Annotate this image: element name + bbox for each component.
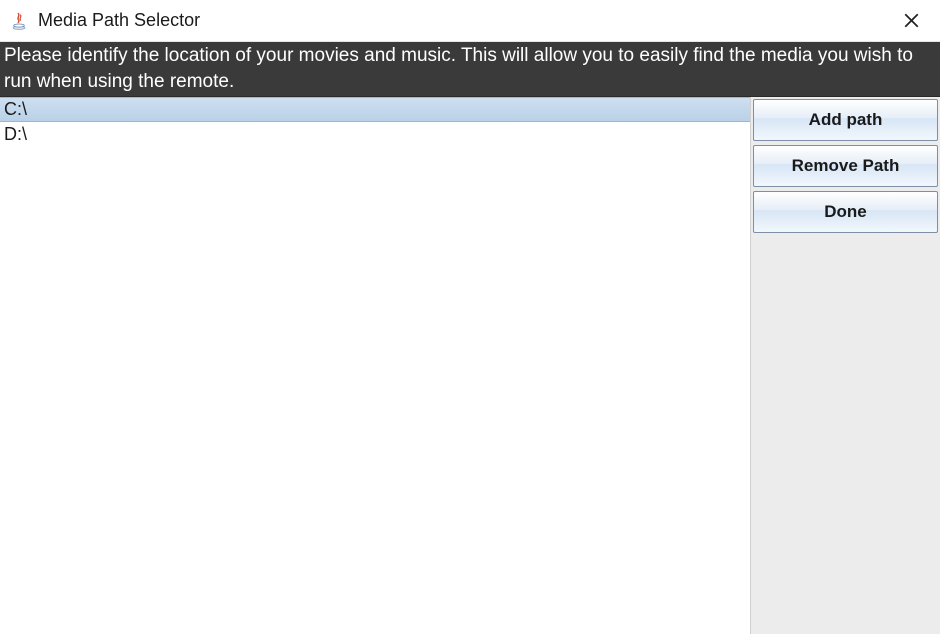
close-button[interactable] [888,3,934,39]
window-title: Media Path Selector [38,10,200,31]
instruction-text: Please identify the location of your mov… [0,42,940,97]
close-icon [904,13,919,28]
window-media-path-selector: Media Path Selector Please identify the … [0,0,940,634]
path-item[interactable]: C:\ [0,97,750,122]
path-item[interactable]: D:\ [0,122,750,146]
titlebar: Media Path Selector [0,0,940,42]
java-icon [10,12,28,30]
main-area: C:\D:\ Add path Remove Path Done [0,97,940,634]
done-button[interactable]: Done [753,191,938,233]
remove-path-button[interactable]: Remove Path [753,145,938,187]
path-list[interactable]: C:\D:\ [0,97,750,634]
add-path-button[interactable]: Add path [753,99,938,141]
side-panel: Add path Remove Path Done [750,97,940,634]
